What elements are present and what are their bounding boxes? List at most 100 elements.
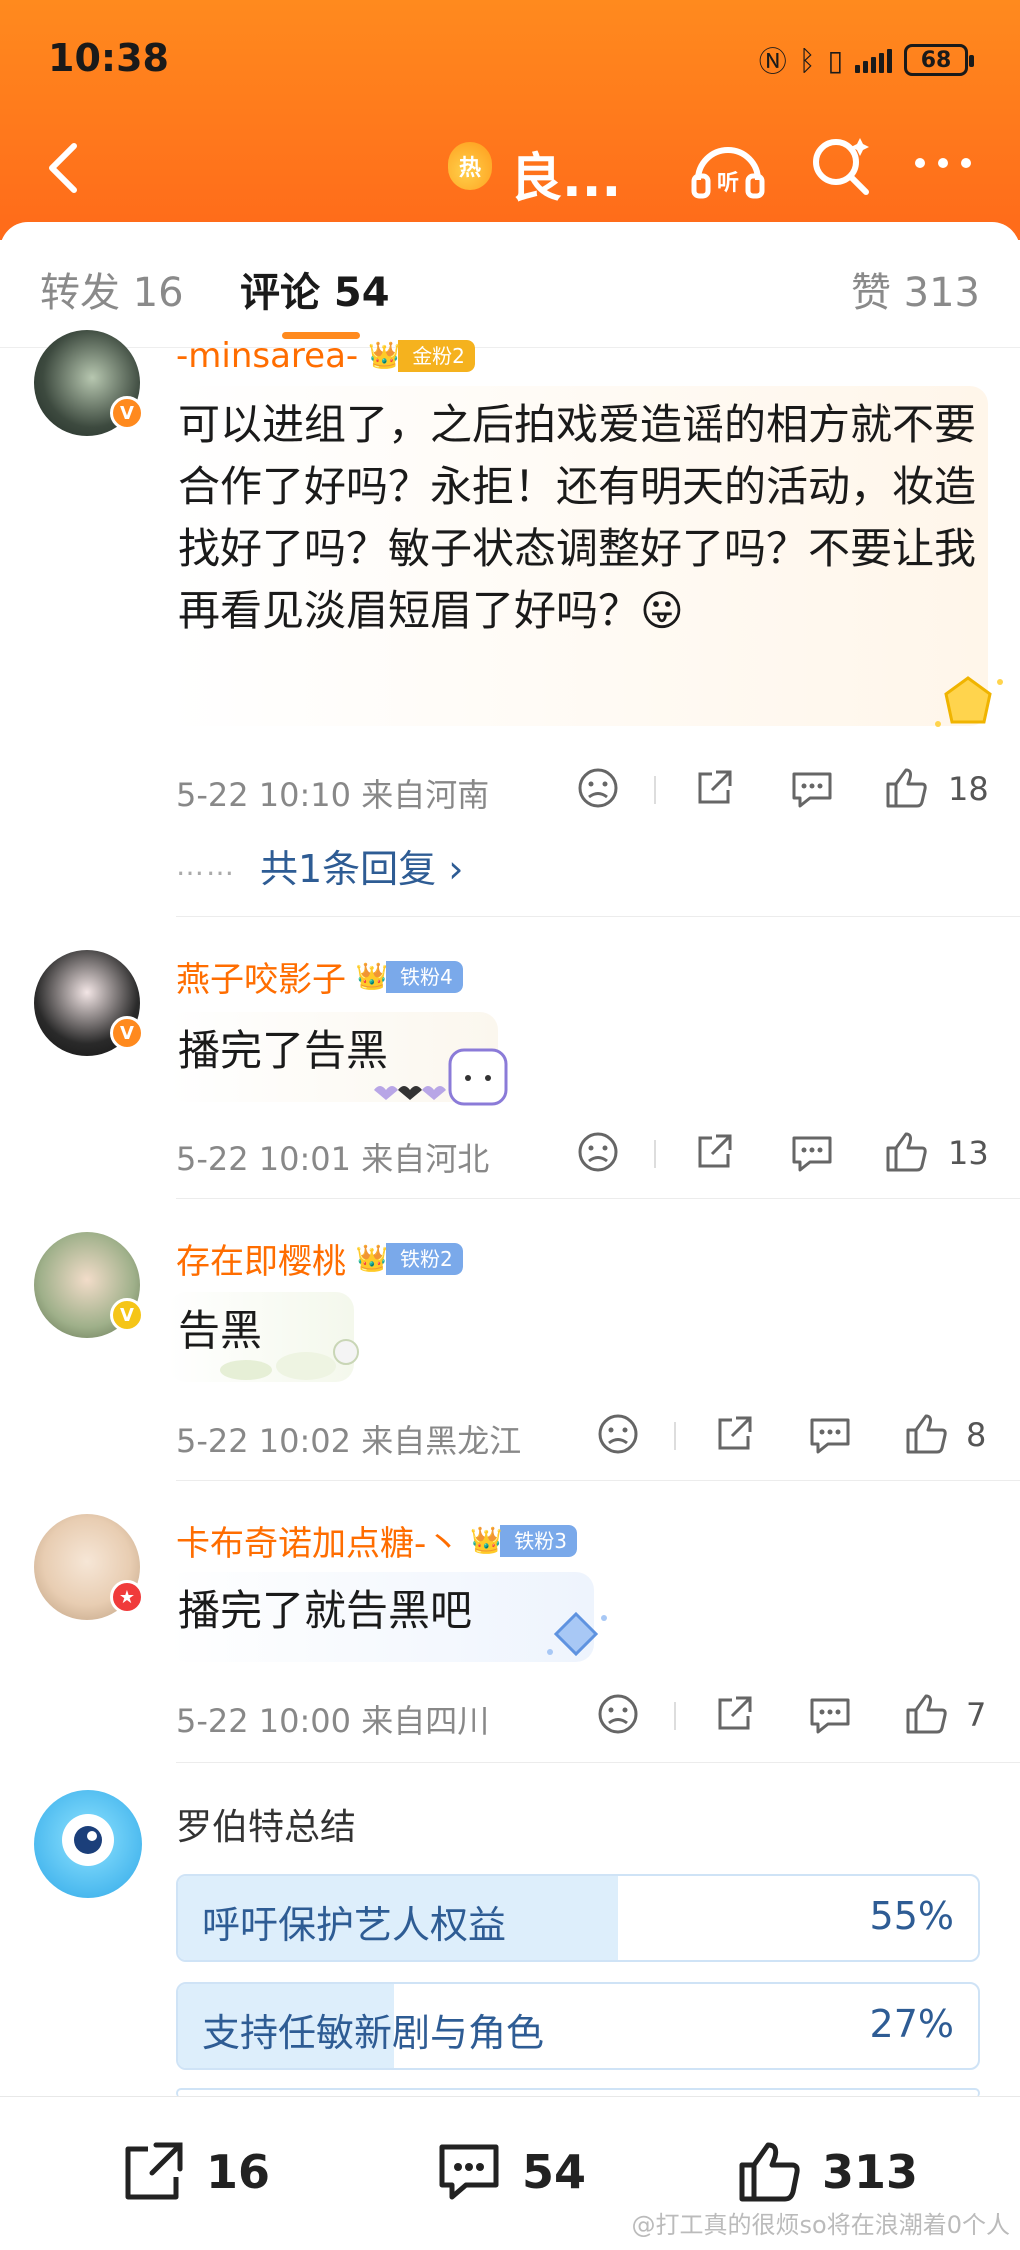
verified-icon: V [110,1298,144,1332]
poll-option-label: 支持任敏新剧与角色 [202,2011,545,2055]
like-button[interactable] [902,1690,950,1738]
like-button[interactable] [882,1128,930,1176]
reply-dots: …… [176,849,236,882]
status-time: 10:38 [48,36,169,80]
like-action[interactable]: 313 [734,2137,918,2207]
crown-icon: 👑 [355,961,389,992]
share-icon [718,1416,752,1450]
username-row: 存在即樱桃 👑 铁粉2 [176,1234,463,1283]
fan-badge: 👑 金粉2 [364,340,475,372]
comment-icon [439,2144,499,2200]
avatar[interactable]: V [34,1232,144,1338]
share-button[interactable] [690,1128,738,1176]
signal-icon [855,47,892,73]
username-row: -minsarea- 👑 金粉2 [176,336,475,376]
nfc-icon: Ⓝ [758,45,787,78]
comment-action[interactable]: 54 [434,2137,586,2207]
comment-icon [810,1418,850,1454]
like-count: 13 [948,1134,989,1172]
like-button[interactable] [882,764,930,812]
dislike-button[interactable] [574,764,622,812]
comment-time-location: 5-22 10:01 来自河北 [176,1140,490,1178]
repost-count: 16 [206,2145,271,2199]
username[interactable]: 燕子咬影子 [176,952,346,1001]
poll-author: 罗伯特总结 [176,1807,357,1848]
tab-like[interactable]: 赞 313 [851,260,980,318]
comment-text: 可以进组了，之后拍戏爱造谣的相方就不要合作了好吗？永拒！还有明天的活动，妆造找好… [168,386,988,726]
fan-badge-label: 铁粉4 [386,960,463,993]
dislike-button[interactable] [594,1690,642,1738]
share-icon [698,1134,732,1168]
comment-meta: 5-22 10:02 来自黑龙江 8 [176,1406,996,1466]
poll-option[interactable]: 支持任敏新剧与角色 27% [176,1982,980,2070]
share-button[interactable] [710,1410,758,1458]
username-row: 卡布奇诺加点糖-丶 👑 铁粉3 [176,1516,578,1565]
poll-option-percent: 27% [869,2002,954,2046]
reply-button[interactable] [806,1410,854,1458]
vibrate-icon: ▯ [827,43,843,77]
reply-button[interactable] [788,764,836,812]
avatar[interactable]: ★ [34,1514,144,1620]
bot-avatar[interactable] [34,1790,142,1898]
fan-badge: 👑 铁粉4 [352,960,463,993]
listen-icon[interactable]: 听 [690,140,766,200]
username[interactable]: 存在即樱桃 [176,1234,346,1283]
like-count: 313 [822,2145,919,2199]
sad-face-icon [598,1414,638,1454]
share-icon [698,770,732,804]
header: 10:38 Ⓝ ᛒ ▯ 68 热 良... 听 [0,0,1020,240]
back-icon[interactable] [36,138,96,198]
share-button[interactable] [710,1690,758,1738]
thumb-up-icon [886,1132,927,1172]
thumb-up-icon [739,2142,800,2202]
comment-icon [810,1698,850,1734]
comment-icon [792,1136,832,1172]
robot-icon [62,1814,114,1866]
sad-face-icon [578,1132,618,1172]
more-icon[interactable] [912,148,974,178]
battery-icon: 68 [904,44,974,76]
nav-bar: 热 良... 听 [0,120,1020,230]
crown-icon: 👑 [470,1525,503,1556]
sad-face-icon [578,768,618,808]
comment-icon [792,772,832,808]
username[interactable]: -minsarea- [176,336,358,376]
username[interactable]: 卡布奇诺加点糖-丶 [176,1516,460,1565]
verified-icon: ★ [110,1580,144,1614]
comment-count: 54 [522,2145,587,2199]
like-button[interactable] [902,1410,950,1458]
poll-option[interactable]: 呼吁保护艺人权益 55% [176,1874,980,1962]
gold-star-decoration [935,676,1003,727]
share-button[interactable] [690,764,738,812]
diamond-decoration [547,1611,607,1657]
comment-time-location: 5-22 10:02 来自黑龙江 [176,1422,522,1460]
tab-bar: 转发 16 评论 54 赞 313 [0,222,1020,348]
page-title: 良... [510,149,622,209]
fan-badge: 👑 铁粉3 [466,1524,578,1557]
comment-time-location: 5-22 10:00 来自四川 [176,1702,490,1740]
comment-meta: 5-22 10:10 来自河南 18 [176,760,996,820]
bunny-sticker-decoration [374,1048,508,1106]
comment-meta: 5-22 10:00 来自四川 7 [176,1686,996,1746]
tab-repost[interactable]: 转发 16 [40,260,184,318]
view-replies[interactable]: …… 共1条回复 › [176,838,463,893]
tab-comment[interactable]: 评论 54 [240,260,390,318]
search-icon[interactable] [808,134,874,200]
status-bar: 10:38 Ⓝ ᛒ ▯ 68 [0,0,1020,120]
reply-button[interactable] [788,1128,836,1176]
thumb-up-icon [906,1414,947,1454]
sad-face-icon [598,1694,638,1734]
like-count: 18 [948,770,989,808]
svg-text:听: 听 [717,171,739,196]
reply-button[interactable] [806,1690,854,1738]
avatar[interactable]: V [34,950,144,1056]
dislike-button[interactable] [574,1128,622,1176]
share-icon [125,2142,183,2200]
verified-icon: V [110,1016,144,1050]
repost-action[interactable]: 16 [118,2137,270,2207]
avatar[interactable]: V [34,330,144,436]
view-replies-link[interactable]: 共1条回复 › [260,838,463,893]
crown-icon: 👑 [355,1243,389,1274]
status-icons: Ⓝ ᛒ ▯ 68 [758,40,974,80]
dislike-button[interactable] [594,1410,642,1458]
